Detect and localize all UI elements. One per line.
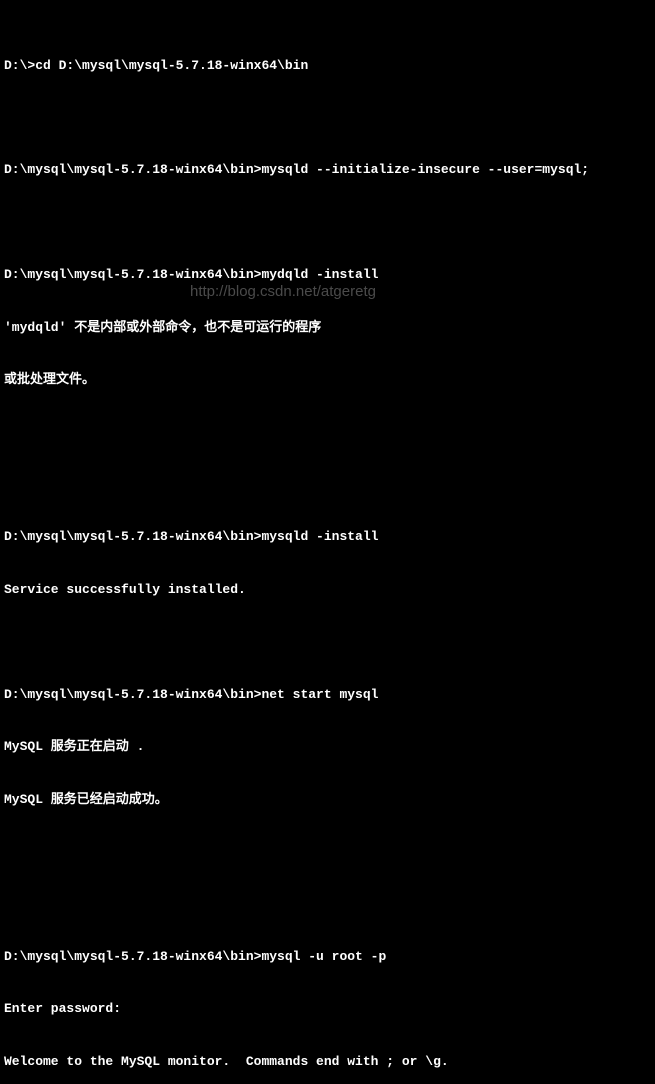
terminal-window[interactable]: http://blog.csdn.net/atgeretg D:\>cd D:\… — [0, 0, 655, 1084]
error-line-1: 'mydqld' 不是内部或外部命令，也不是可运行的程序 — [4, 319, 653, 337]
blank-line — [4, 844, 653, 861]
blank-line — [4, 214, 653, 231]
enter-password: Enter password: — [4, 1000, 653, 1018]
error-line-2: 或批处理文件。 — [4, 371, 653, 389]
blank-line — [4, 896, 653, 913]
blank-line — [4, 424, 653, 441]
cmd-line-initialize: D:\mysql\mysql-5.7.18-winx64\bin>mysqld … — [4, 161, 653, 179]
blank-line — [4, 634, 653, 651]
cmd-line-cd: D:\>cd D:\mysql\mysql-5.7.18-winx64\bin — [4, 57, 653, 75]
service-starting: MySQL 服务正在启动 . — [4, 738, 653, 756]
install-success: Service successfully installed. — [4, 581, 653, 599]
cmd-line-typo-install: D:\mysql\mysql-5.7.18-winx64\bin>mydqld … — [4, 266, 653, 284]
watermark-text: http://blog.csdn.net/atgeretg — [190, 282, 376, 302]
cmd-line-mysql-login: D:\mysql\mysql-5.7.18-winx64\bin>mysql -… — [4, 948, 653, 966]
welcome-line: Welcome to the MySQL monitor. Commands e… — [4, 1053, 653, 1071]
blank-line — [4, 109, 653, 126]
cmd-line-install: D:\mysql\mysql-5.7.18-winx64\bin>mysqld … — [4, 528, 653, 546]
blank-line — [4, 476, 653, 493]
service-started: MySQL 服务已经启动成功。 — [4, 791, 653, 809]
cmd-line-netstart: D:\mysql\mysql-5.7.18-winx64\bin>net sta… — [4, 686, 653, 704]
